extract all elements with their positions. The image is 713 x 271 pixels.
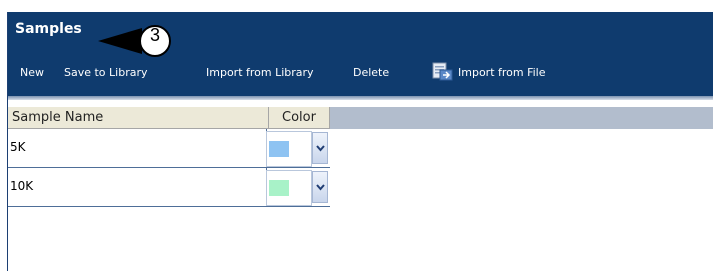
samples-panel: Samples 3 New Save to Library Import fro…	[7, 12, 713, 271]
toolbar: New Save to Library Import from Library …	[8, 62, 713, 86]
file-import-icon	[432, 62, 453, 81]
color-dropdown-button[interactable]	[312, 171, 328, 203]
callout-number: 3	[149, 25, 160, 45]
sample-name-cell[interactable]: 10K	[8, 168, 267, 206]
color-picker[interactable]	[266, 131, 328, 167]
sample-name-cell[interactable]: 5K	[8, 129, 267, 167]
header-separator	[8, 96, 713, 100]
import-from-library-button[interactable]: Import from Library	[206, 66, 314, 79]
color-swatch-box[interactable]	[266, 170, 312, 206]
table-row[interactable]: 10K	[8, 168, 330, 207]
import-from-file-label: Import from File	[458, 66, 546, 79]
delete-button[interactable]: Delete	[353, 66, 389, 79]
new-button[interactable]: New	[20, 66, 44, 79]
color-swatch	[269, 180, 289, 196]
column-header-color[interactable]: Color	[269, 107, 330, 129]
import-from-file-button[interactable]: Import from File	[432, 62, 572, 86]
color-swatch	[269, 141, 289, 157]
grid-header-row: Sample Name Color	[8, 107, 713, 129]
chevron-down-icon	[315, 144, 325, 152]
panel-title: Samples	[15, 21, 82, 37]
color-dropdown-button[interactable]	[312, 132, 328, 164]
chevron-down-icon	[315, 183, 325, 191]
table-row[interactable]: 5K	[8, 129, 330, 168]
column-header-sample-name[interactable]: Sample Name	[8, 107, 269, 129]
color-picker[interactable]	[266, 170, 328, 206]
color-swatch-box[interactable]	[266, 131, 312, 167]
panel-header: Samples 3 New Save to Library Import fro…	[8, 12, 713, 96]
save-to-library-button[interactable]: Save to Library	[64, 66, 148, 79]
